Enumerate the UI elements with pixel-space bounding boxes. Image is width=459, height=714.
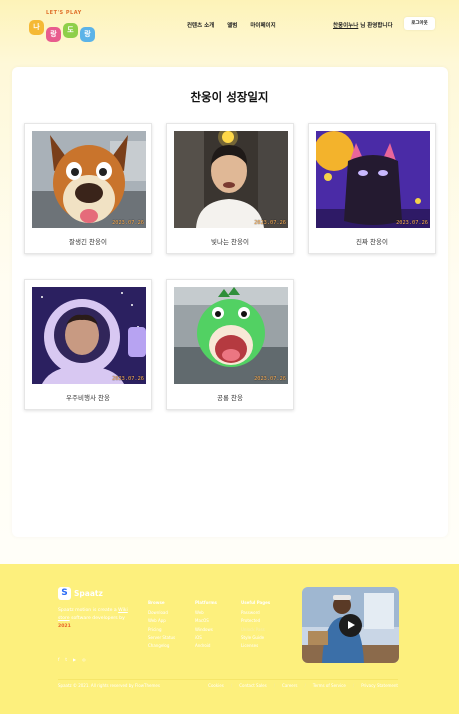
facebook-icon[interactable]: f [58, 657, 59, 662]
footer-link[interactable]: Android [195, 643, 217, 648]
footer-column-useful-pages: Useful Pages Password Protected Unlock P… [241, 600, 270, 651]
instagram-icon[interactable]: ◎ [82, 657, 86, 662]
footer-link[interactable]: Windows [195, 627, 217, 632]
photo-image: 2023.07.26 [316, 131, 430, 228]
footer-link[interactable]: Web App [148, 618, 175, 623]
photo-card[interactable]: 2023.07.26 공룡 찬웅 [166, 279, 294, 410]
site-header: LET'S PLAY 나 랑 도 랑 컨텐츠 소개 앨범 마이페이지 찬웅이누나… [0, 0, 459, 58]
footer-bottom-links: Cookies / Contact Sales / Careers / Term… [208, 683, 398, 688]
photo-card[interactable]: 2023.07.26 우주비행사 찬웅 [24, 279, 152, 410]
photo-caption: 공룡 찬웅 [217, 394, 243, 402]
footer-desc-text: developers by [92, 616, 125, 621]
footer-bottom-bar: Spaatz © 2021. All rights reserved by Fl… [58, 683, 398, 688]
footer-link[interactable]: Pricing [148, 627, 175, 632]
photo-caption: 빛나는 찬웅이 [211, 238, 249, 246]
logo-letter: 나 [29, 20, 44, 35]
footer-link[interactable]: Server Status [148, 635, 175, 640]
photo-image: 2023.07.26 [174, 131, 288, 228]
photo-date: 2023.07.26 [254, 220, 286, 226]
photo-date: 2023.07.26 [112, 376, 144, 382]
footer-column-platforms: Platforms Web MacOS Windows iOS Android [195, 600, 217, 651]
footer-social-links: f t ▶ ◎ [58, 657, 86, 662]
link-separator: / [273, 683, 276, 688]
link-separator: / [352, 683, 355, 688]
footer-link[interactable]: MacOS [195, 618, 217, 623]
footer-brand-name: Spaatz [74, 589, 103, 598]
footer-year: 2021 [58, 624, 71, 629]
footer-column-browse: Browse Download Web App Pricing Server S… [148, 600, 175, 651]
photo-caption: 우주비행사 찬웅 [66, 394, 110, 402]
logo[interactable]: LET'S PLAY 나 랑 도 랑 [26, 10, 98, 46]
bottom-link[interactable]: Careers [282, 683, 297, 688]
photo-image: 2023.07.26 [32, 287, 146, 384]
greeting-suffix: 님 환영합니다 [360, 23, 393, 29]
logo-letter: 랑 [46, 27, 61, 42]
logo-tag: LET'S PLAY [46, 10, 82, 16]
footer-divider [58, 679, 398, 680]
footer-link[interactable]: Style Guide [241, 635, 270, 640]
play-button[interactable] [339, 614, 362, 637]
footer-column-title: Platforms [195, 600, 217, 605]
photo-image: 2023.07.26 [32, 131, 146, 228]
photo-card[interactable]: 2023.07.26 빛나는 찬웅이 [166, 123, 294, 254]
footer-link[interactable]: Changelog [148, 643, 175, 648]
page-title: 찬웅이 성장일지 [190, 90, 269, 104]
photo-caption: 잘생긴 찬웅이 [69, 238, 107, 246]
logout-button[interactable]: 로그아웃 [404, 17, 435, 30]
twitter-icon[interactable]: t [65, 657, 67, 662]
photo-card[interactable]: 2023.07.26 잘생긴 찬웅이 [24, 123, 152, 254]
photo-image: 2023.07.26 [174, 287, 288, 384]
photo-caption: 진짜 찬웅이 [356, 238, 388, 246]
bottom-link[interactable]: Terms of Service [313, 683, 346, 688]
footer-link[interactable]: iOS [195, 635, 217, 640]
footer-desc-text: Spaatz motion is create a [58, 608, 117, 613]
photo-date: 2023.07.26 [254, 376, 286, 382]
main-nav: 컨텐츠 소개 앨범 마이페이지 [187, 21, 276, 29]
logo-letter: 도 [63, 23, 78, 38]
bottom-link[interactable]: Privacy Statement [361, 683, 398, 688]
nav-item-album[interactable]: 앨범 [227, 21, 237, 29]
footer-column-title: Useful Pages [241, 600, 271, 605]
photo-date: 2023.07.26 [112, 220, 144, 226]
footer-link[interactable]: Password [241, 610, 270, 615]
footer-link[interactable]: Unlock Pass [241, 627, 270, 632]
nav-item-mypage[interactable]: 마이페이지 [250, 21, 275, 29]
footer-link[interactable]: Licenses [241, 643, 270, 648]
footer-desc-text: software [71, 616, 91, 621]
footer-link[interactable]: Download [148, 610, 175, 615]
photo-date: 2023.07.26 [396, 220, 428, 226]
bottom-link[interactable]: Contact Sales [239, 683, 266, 688]
welcome-message: 찬웅이누나 님 환영합니다 [333, 21, 393, 29]
footer-column-title: Browse [148, 600, 165, 605]
link-separator: / [230, 683, 233, 688]
logo-letter: 랑 [80, 27, 95, 42]
link-separator: / [304, 683, 306, 688]
spaatz-logo-icon: S [58, 587, 71, 600]
footer-brand[interactable]: S Spaatz [58, 587, 103, 600]
youtube-icon[interactable]: ▶ [73, 657, 76, 662]
copyright-text: Spaatz © 2021. All rights reserved by Fl… [58, 683, 160, 688]
footer-description: Spaatz motion is create a Wiki store sof… [58, 607, 136, 631]
bottom-link[interactable]: Cookies [208, 683, 224, 688]
photo-card[interactable]: 2023.07.26 진짜 찬웅이 [308, 123, 436, 254]
user-name-link[interactable]: 찬웅이누나 [333, 23, 358, 29]
footer-link[interactable]: Web [195, 610, 217, 615]
nav-item-contents[interactable]: 컨텐츠 소개 [187, 21, 214, 29]
footer-link[interactable]: Protected [241, 618, 270, 623]
